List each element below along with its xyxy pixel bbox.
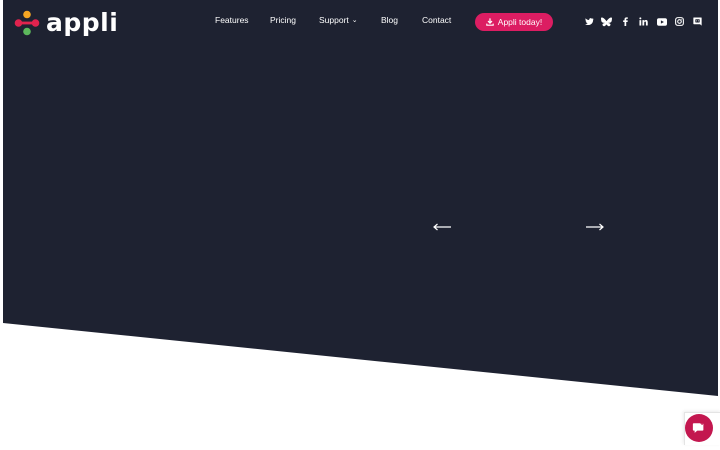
cta-label: Appli today!	[497, 17, 543, 27]
logo-text: appli	[46, 8, 119, 37]
chat-button[interactable]	[685, 414, 713, 442]
nav-item-pricing[interactable]: Pricing	[270, 15, 296, 25]
header: appli Features Pricing Support ⌄ Blog Con…	[0, 0, 718, 44]
twitter-icon[interactable]	[584, 16, 595, 27]
chevron-down-icon: ⌄	[351, 17, 358, 24]
arrow-left-icon	[433, 223, 451, 231]
nav-item-blog[interactable]: Blog	[381, 15, 398, 25]
cta-button[interactable]: Appli today!	[475, 13, 553, 31]
slider-prev-button[interactable]	[431, 218, 453, 236]
hero-background	[3, 0, 718, 396]
download-icon	[486, 18, 494, 26]
logo-mark-icon	[14, 10, 40, 36]
bluesky-icon[interactable]	[601, 16, 612, 27]
logo[interactable]: appli	[14, 10, 118, 36]
nav-item-features[interactable]: Features	[215, 15, 249, 25]
youtube-icon[interactable]	[656, 16, 667, 27]
arrow-right-icon	[586, 223, 604, 231]
nav-item-support[interactable]: Support ⌄	[319, 15, 358, 25]
facebook-icon[interactable]	[620, 16, 631, 27]
nav-item-contact[interactable]: Contact	[422, 15, 451, 25]
instagram-icon[interactable]	[674, 16, 685, 27]
slider-next-button[interactable]	[584, 218, 606, 236]
chat-icon	[692, 421, 704, 433]
linkedin-icon[interactable]	[638, 16, 649, 27]
discord-icon[interactable]	[692, 16, 703, 27]
nav-item-support-label: Support	[319, 15, 349, 25]
